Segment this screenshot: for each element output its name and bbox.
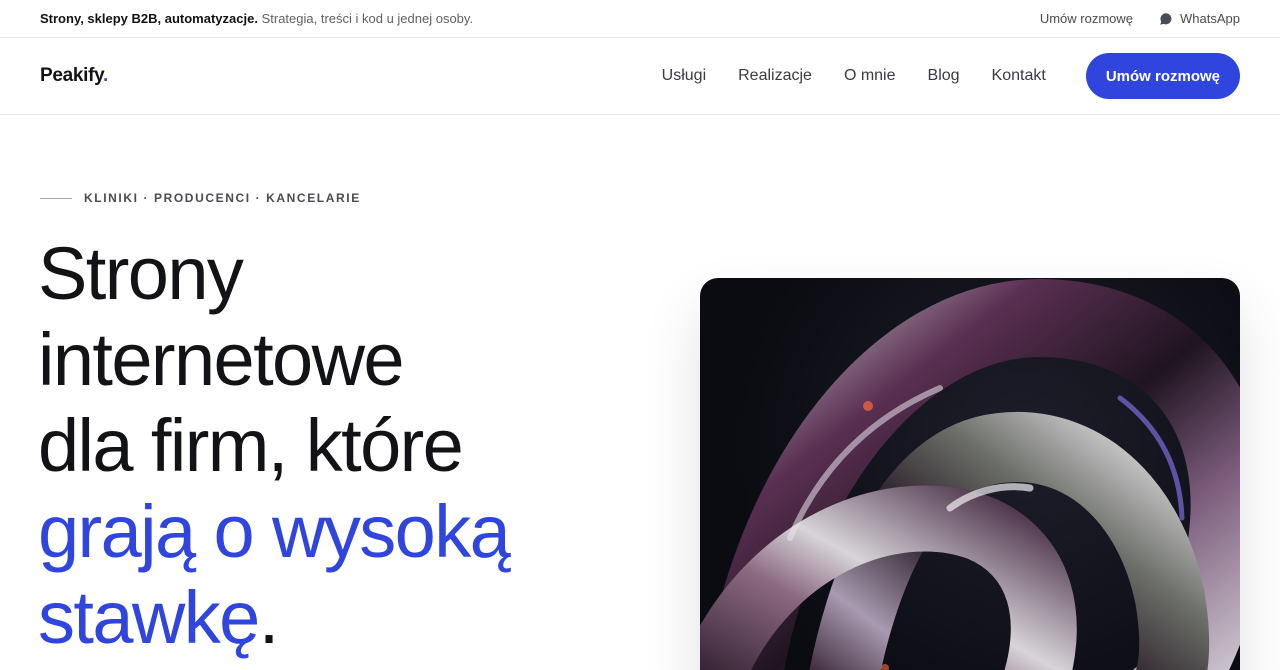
nav-menu: Usługi Realizacje O mnie Blog Kontakt Um… — [630, 53, 1240, 99]
nav-item-blog[interactable]: Blog — [928, 67, 960, 85]
hero-title-line-1: Strony — [38, 232, 244, 315]
top-links: Umów rozmowę WhatsApp — [1040, 11, 1240, 26]
brand-logo-text: Peakify — [40, 65, 104, 86]
eyebrow-text: KLINIKI · PRODUCENCI · KANCELARIE — [84, 191, 361, 205]
hero-title-line-2: internetowe — [38, 318, 405, 401]
hero-3d-visual — [700, 278, 1240, 670]
top-meeting-link[interactable]: Umów rozmowę — [1040, 11, 1133, 26]
brand-logo[interactable]: Peakify. — [40, 65, 108, 87]
top-tagline-bold: Strony, sklepy B2B, automatyzacje. — [40, 11, 258, 26]
hero-title-highlight-2: stawkę — [38, 576, 260, 659]
nav-item-o-mnie[interactable]: O mnie — [844, 67, 896, 85]
hero-title-line-3: dla firm, które — [38, 404, 464, 487]
main-navigation: Peakify. Usługi Realizacje O mnie Blog K… — [0, 38, 1280, 115]
top-whatsapp-link[interactable]: WhatsApp — [1159, 11, 1240, 26]
hero-title: Strony internetowe dla firm, które grają… — [38, 231, 638, 661]
top-tagline: Strony, sklepy B2B, automatyzacje. Strat… — [40, 11, 473, 26]
hero-section: KLINIKI · PRODUCENCI · KANCELARIE Strony… — [0, 115, 1280, 670]
hero-title-highlight-1: grają o wysoką — [38, 490, 511, 573]
hero-eyebrow: KLINIKI · PRODUCENCI · KANCELARIE — [40, 191, 361, 205]
hero-title-period: . — [258, 576, 280, 659]
nav-item-kontakt[interactable]: Kontakt — [992, 67, 1046, 85]
chrome-torus-image — [700, 278, 1240, 670]
nav-item-uslugi[interactable]: Usługi — [662, 67, 706, 85]
top-announcement-bar: Strony, sklepy B2B, automatyzacje. Strat… — [0, 0, 1280, 38]
top-tagline-rest: Strategia, treści i kod u jednej osoby. — [261, 11, 474, 26]
brand-logo-dot: . — [103, 65, 109, 86]
book-meeting-button[interactable]: Umów rozmowę — [1085, 53, 1240, 99]
eyebrow-divider — [40, 197, 72, 199]
top-whatsapp-label: WhatsApp — [1180, 11, 1240, 26]
nav-item-realizacje[interactable]: Realizacje — [738, 67, 812, 85]
chat-bubble-icon — [1160, 12, 1172, 25]
